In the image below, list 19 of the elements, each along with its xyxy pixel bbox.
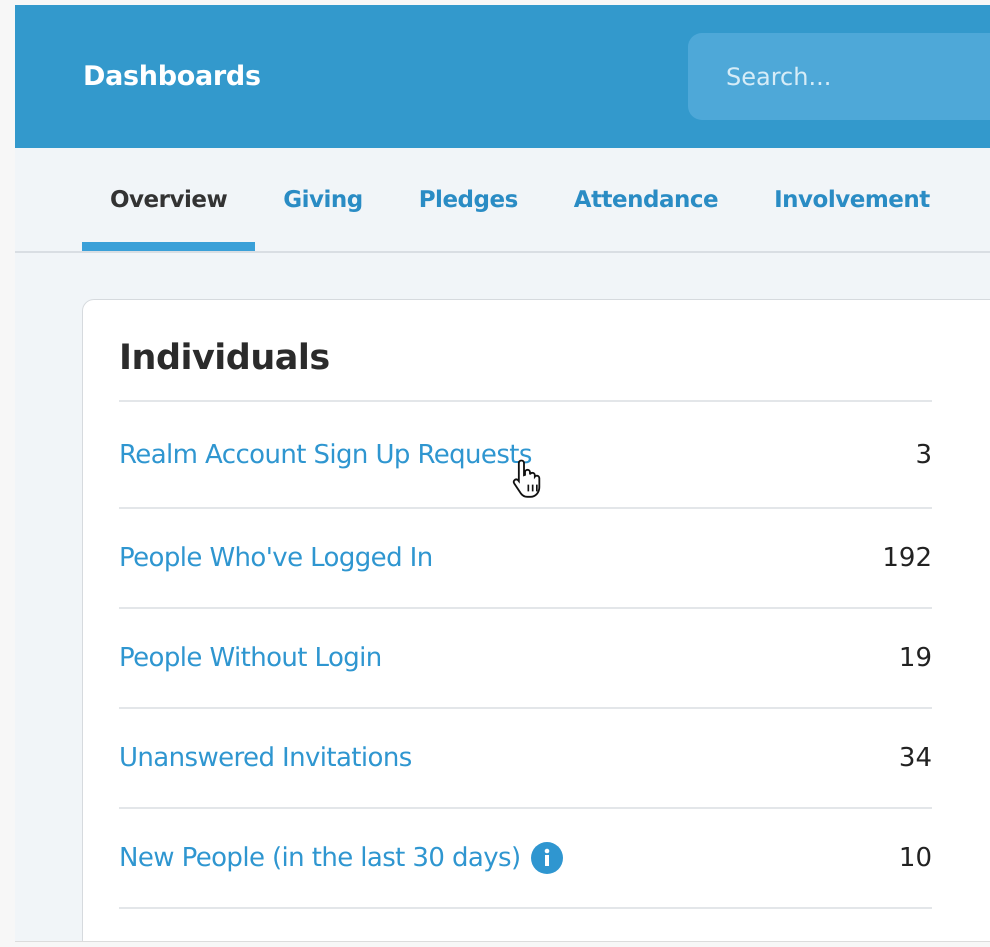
tab[interactable]: Overview (82, 148, 256, 251)
count-value: 34 (898, 743, 932, 773)
tab[interactable]: Involvement (746, 148, 958, 251)
report-link[interactable]: People Without Login (119, 643, 382, 673)
report-link[interactable]: Unanswered Invitations (119, 743, 412, 773)
page-title: Dashboards (83, 61, 261, 92)
count-value: 10 (898, 843, 932, 873)
report-link[interactable]: People Who've Logged In (119, 543, 433, 573)
tab[interactable]: Giving (255, 148, 391, 251)
report-link[interactable]: New People (in the last 30 days) (119, 843, 520, 873)
report-link[interactable]: Realm Account Sign Up Requests (119, 440, 532, 470)
count-value: 19 (898, 643, 932, 673)
count-value: 3 (915, 440, 932, 470)
card-title: Individuals (119, 338, 932, 402)
tab[interactable]: Attendance (546, 148, 746, 251)
count-value: 192 (882, 543, 932, 573)
tab[interactable]: Pledges (390, 148, 546, 251)
info-icon[interactable] (530, 842, 562, 874)
search-field[interactable]: Search... (688, 33, 990, 120)
